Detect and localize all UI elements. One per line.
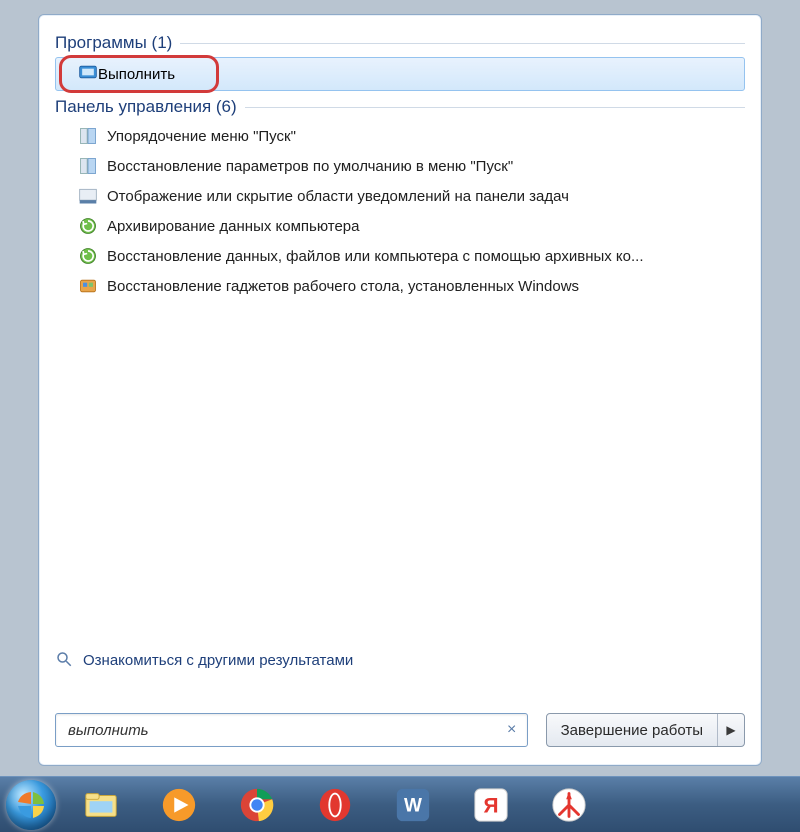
start-menu-search-panel: Программы (1) Выполнить Панель управлени…: [38, 14, 762, 766]
start-button[interactable]: [6, 778, 60, 832]
divider: [245, 107, 745, 108]
gadget-icon: [77, 275, 99, 297]
result-item[interactable]: Восстановление гаджетов рабочего стола, …: [55, 271, 745, 301]
clear-search-icon[interactable]: ×: [503, 721, 521, 739]
shutdown-button[interactable]: Завершение работы ▶: [546, 713, 745, 747]
bottom-row: × Завершение работы ▶: [55, 713, 745, 747]
result-item-label: Восстановление параметров по умолчанию в…: [107, 158, 513, 175]
taskbar-icon: [77, 185, 99, 207]
result-item-label: Выполнить: [98, 66, 175, 83]
taskbar-item-vk[interactable]: W: [376, 781, 450, 829]
result-item-label: Упорядочение меню "Пуск": [107, 128, 296, 145]
search-icon: [55, 650, 75, 670]
taskbar: W Я: [0, 776, 800, 832]
group-header-label: Панель управления (6): [55, 97, 237, 117]
group-header-label: Программы (1): [55, 33, 172, 53]
search-box[interactable]: ×: [55, 713, 528, 747]
taskbar-item-opera[interactable]: [298, 781, 372, 829]
shutdown-button-label: Завершение работы: [547, 714, 718, 746]
result-item-label: Восстановление гаджетов рабочего стола, …: [107, 278, 579, 295]
divider: [180, 43, 745, 44]
taskbar-item-yandex[interactable]: [532, 781, 606, 829]
svg-text:Я: Я: [483, 794, 498, 817]
startmenu-icon: [77, 125, 99, 147]
result-item[interactable]: Архивирование данных компьютера: [55, 211, 745, 241]
result-item[interactable]: Восстановление данных, файлов или компью…: [55, 241, 745, 271]
group-header-control-panel: Панель управления (6): [55, 97, 745, 117]
result-item-label: Архивирование данных компьютера: [107, 218, 360, 235]
result-item[interactable]: Отображение или скрытие области уведомле…: [55, 181, 745, 211]
result-item-label: Отображение или скрытие области уведомле…: [107, 188, 569, 205]
taskbar-item-yandex-alt[interactable]: Я: [454, 781, 528, 829]
result-item[interactable]: Восстановление параметров по умолчанию в…: [55, 151, 745, 181]
backup-icon: [77, 245, 99, 267]
group-header-programs: Программы (1): [55, 33, 745, 53]
see-more-results-label: Ознакомиться с другими результатами: [83, 652, 353, 669]
taskbar-item-explorer[interactable]: [64, 781, 138, 829]
taskbar-item-chrome[interactable]: [220, 781, 294, 829]
search-input[interactable]: [66, 721, 499, 740]
result-item-run[interactable]: Выполнить: [55, 57, 745, 91]
taskbar-item-media-player[interactable]: [142, 781, 216, 829]
result-item-label: Восстановление данных, файлов или компью…: [107, 248, 644, 265]
result-item[interactable]: Упорядочение меню "Пуск": [55, 121, 745, 151]
search-results: Программы (1) Выполнить Панель управлени…: [55, 33, 745, 680]
see-more-results-link[interactable]: Ознакомиться с другими результатами: [55, 650, 353, 670]
run-icon: [78, 62, 98, 86]
shutdown-options-arrow[interactable]: ▶: [718, 714, 744, 746]
svg-text:W: W: [404, 795, 422, 816]
backup-icon: [77, 215, 99, 237]
startmenu-icon: [77, 155, 99, 177]
